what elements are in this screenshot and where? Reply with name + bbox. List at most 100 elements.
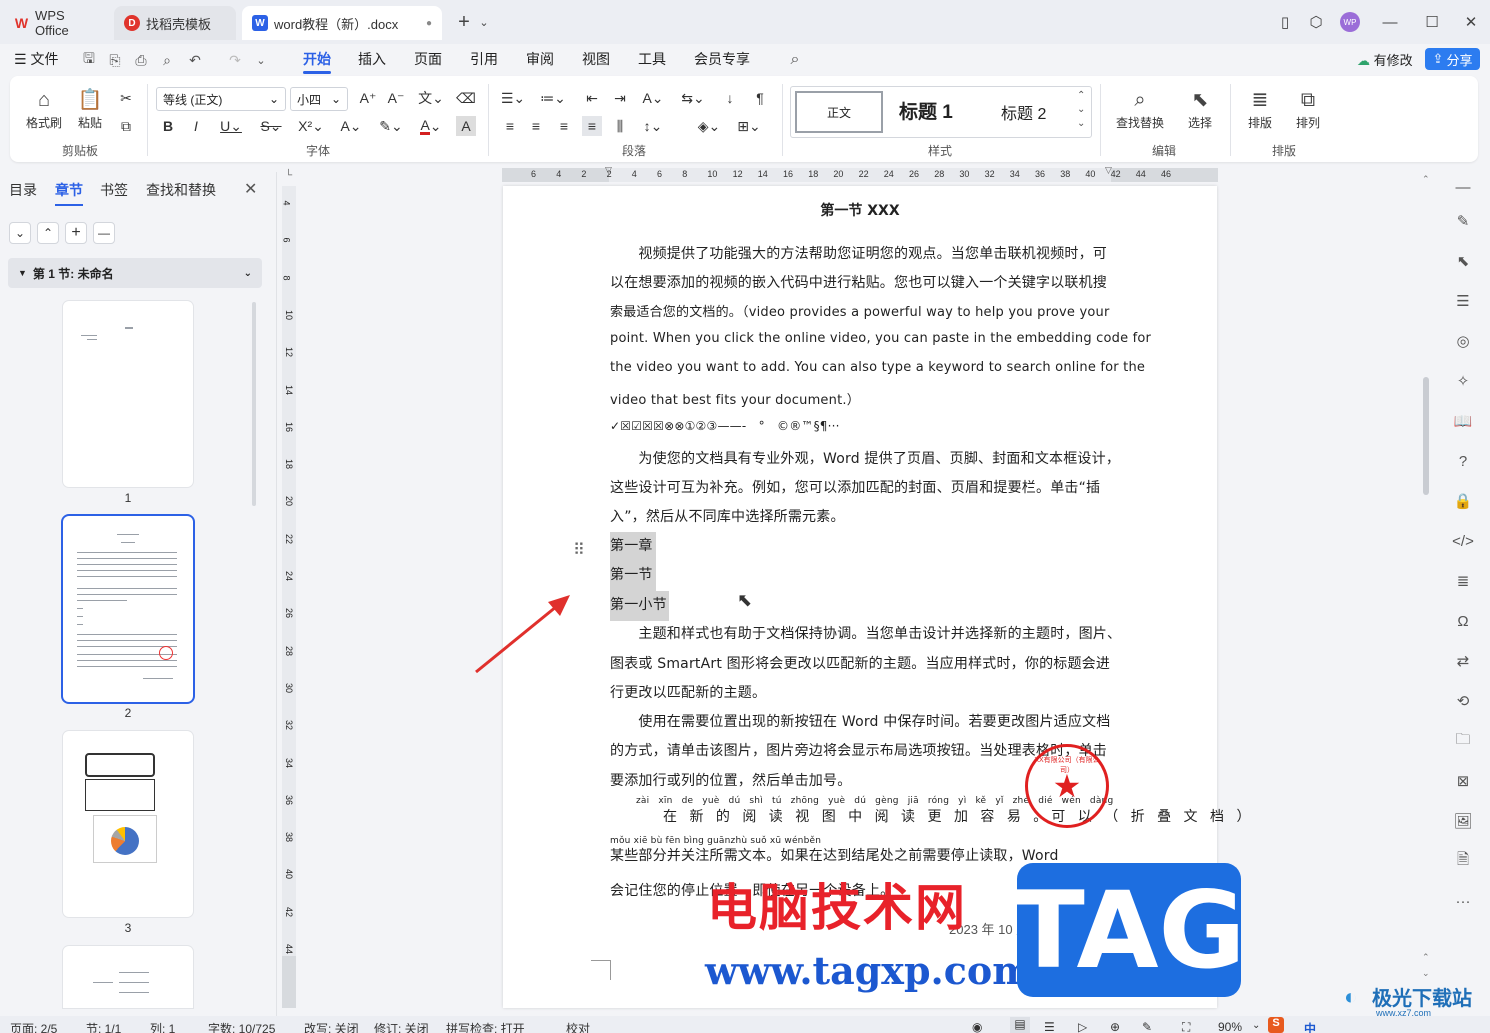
company-stamp[interactable]: ★ XX有限公司（有限公司） xyxy=(1025,744,1109,828)
shrink-font-icon[interactable]: A⁻ xyxy=(386,88,406,108)
page-thumbnail-1[interactable] xyxy=(63,301,193,487)
excel-icon[interactable]: ⊠ xyxy=(1452,770,1474,792)
write-icon[interactable]: ✎ xyxy=(1142,1020,1152,1033)
align-left-icon[interactable]: ≡ xyxy=(500,116,520,136)
font-name-select[interactable]: 等线 (正文) ⌄ xyxy=(156,87,286,111)
selected-heading-subsection[interactable]: 第一小节 xyxy=(610,591,669,621)
bold-icon[interactable]: B xyxy=(158,116,178,136)
translate-icon[interactable]: ⇄ xyxy=(1452,650,1474,672)
drag-handle-icon[interactable]: ⠿ xyxy=(573,540,585,560)
styles-scroll-icon[interactable]: ⌃ ⌄ ⌄ xyxy=(1077,89,1085,131)
style-heading-2[interactable]: 标题 2 xyxy=(1001,100,1046,124)
decrease-indent-icon[interactable]: ⇤ xyxy=(582,88,602,108)
close-icon[interactable]: ✕ xyxy=(1459,10,1483,34)
underline-icon[interactable]: U⌄ xyxy=(216,116,246,136)
bullets-icon[interactable]: ☰⌄ xyxy=(500,88,526,108)
shading-icon[interactable]: ◈⌄ xyxy=(696,116,722,136)
tab-dropdown-icon[interactable]: ⌄ xyxy=(472,10,496,34)
status-page[interactable]: 页面: 2/5 xyxy=(10,1020,57,1033)
indent-marker-icon[interactable]: ▽ xyxy=(605,165,612,176)
superscript-icon[interactable]: X²⌄ xyxy=(296,116,326,136)
add-section-button[interactable]: + xyxy=(65,222,87,244)
unsaved-dot-icon[interactable]: ● xyxy=(426,18,432,29)
char-shading-icon[interactable]: A xyxy=(456,116,476,136)
right-indent-icon[interactable]: ▽ xyxy=(1105,165,1112,176)
doc-search-icon[interactable]: 🗎 xyxy=(1452,850,1474,872)
code-icon[interactable]: </> xyxy=(1452,530,1474,552)
next-page-icon[interactable]: ⌄ xyxy=(1422,968,1430,979)
move-up-button[interactable]: ⌃ xyxy=(37,222,59,244)
document-scrollbar[interactable]: ⌃ ⌃ ⌄ xyxy=(1420,172,1432,1008)
lock-icon[interactable]: 🔒 xyxy=(1452,490,1474,512)
pen-icon[interactable]: ✎ xyxy=(1452,210,1474,232)
layout-icon[interactable]: ▯ xyxy=(1273,10,1297,34)
tab-toc[interactable]: 目录 xyxy=(9,180,37,200)
status-proofread[interactable]: 校对 xyxy=(566,1020,590,1033)
link-icon[interactable]: ⎘ xyxy=(106,51,124,69)
section-header[interactable]: ▼ 第 1 节: 未命名 ⌄ xyxy=(8,258,262,288)
sort-icon[interactable]: ↓ xyxy=(720,88,740,108)
line-spacing-icon[interactable]: ↕⌄ xyxy=(640,116,666,136)
vertical-ruler[interactable]: 4681012141618202224262830323436384042444… xyxy=(282,186,296,1008)
outline-icon[interactable]: ≣ xyxy=(1452,570,1474,592)
menu-review[interactable]: 审阅 xyxy=(526,49,554,69)
undo-icon[interactable]: ↶ xyxy=(186,51,204,69)
page-thumbnail-3[interactable] xyxy=(63,731,193,917)
outline-view-icon[interactable]: ☰ xyxy=(1044,1020,1055,1033)
status-overwrite[interactable]: 改写: 关闭 xyxy=(304,1020,359,1033)
share-button[interactable]: ⇪ 分享 xyxy=(1425,48,1480,70)
tools-icon[interactable]: ✧ xyxy=(1452,370,1474,392)
cube-icon[interactable]: ⬡ xyxy=(1304,10,1328,34)
remove-section-button[interactable]: — xyxy=(93,222,115,244)
prev-page-icon[interactable]: ⌃ xyxy=(1422,952,1430,963)
selected-heading-chapter[interactable]: 第一章 xyxy=(610,532,656,562)
tab-template[interactable]: D 找稻壳模板 xyxy=(114,6,236,40)
more-icon[interactable]: ··· xyxy=(1452,890,1474,912)
status-words[interactable]: 字数: 10/725 xyxy=(208,1020,275,1033)
justify-icon[interactable]: ≡ xyxy=(582,116,602,136)
menu-member[interactable]: 会员专享 xyxy=(694,49,750,69)
grow-font-icon[interactable]: A⁺ xyxy=(358,88,378,108)
minimize-icon[interactable]: — xyxy=(1378,10,1402,34)
file-menu[interactable]: ☰ 文件 xyxy=(14,49,58,69)
align-right-icon[interactable]: ≡ xyxy=(554,116,574,136)
chinese-layout-icon[interactable]: A⌄ xyxy=(640,88,666,108)
format-painter-button[interactable]: ⌂ 格式刷 xyxy=(24,86,64,131)
strikethrough-icon[interactable]: S⌄ xyxy=(256,116,286,136)
ime-chinese-icon[interactable]: 中 xyxy=(1304,1020,1316,1033)
text-direction-icon[interactable]: ⇆⌄ xyxy=(680,88,706,108)
scroll-thumb[interactable] xyxy=(1423,377,1429,495)
increase-indent-icon[interactable]: ⇥ xyxy=(610,88,630,108)
avatar[interactable]: WP xyxy=(1338,10,1362,34)
folder-star-icon[interactable]: 🗀 xyxy=(1452,730,1474,752)
show-marks-icon[interactable]: ¶ xyxy=(750,88,770,108)
status-spellcheck[interactable]: 拼写检查: 打开 xyxy=(446,1020,525,1033)
page-thumbnail-2[interactable] xyxy=(63,516,193,702)
zoom-level[interactable]: 90% xyxy=(1218,1020,1242,1033)
sogou-ime-icon[interactable]: S xyxy=(1268,1017,1284,1033)
page-thumbnail-4[interactable] xyxy=(63,946,193,1008)
selected-heading-section[interactable]: 第一节 xyxy=(610,561,656,591)
eraser-icon[interactable]: ⌫ xyxy=(456,88,476,108)
arrange-button[interactable]: ⧉ 排列 xyxy=(1288,86,1328,131)
font-color-icon[interactable]: A ⌄ xyxy=(416,116,446,136)
collapse-icon[interactable]: — xyxy=(1452,176,1474,198)
paste-button[interactable]: 📋 粘贴 xyxy=(70,86,110,131)
close-pane-icon[interactable]: ✕ xyxy=(244,179,257,199)
quick-dropdown-icon[interactable]: ⌄ xyxy=(252,51,270,69)
status-track-changes[interactable]: 修订: 关闭 xyxy=(374,1020,429,1033)
smart-icon[interactable]: ◎ xyxy=(1452,330,1474,352)
tab-stop-icon[interactable]: └ xyxy=(285,170,292,181)
tab-wps-office[interactable]: W WPS Office xyxy=(4,6,108,40)
menu-home[interactable]: 开始 xyxy=(303,49,331,74)
redo-icon[interactable]: ↷ xyxy=(226,51,244,69)
image-icon[interactable]: 🖼 xyxy=(1452,810,1474,832)
save-icon[interactable]: 🖫 xyxy=(80,50,98,69)
cut-icon[interactable]: ✂ xyxy=(116,88,136,108)
revision-status[interactable]: ☁ 有修改 xyxy=(1357,50,1413,69)
style-normal[interactable]: 正文 xyxy=(795,91,883,133)
print-preview-icon[interactable]: ⌕ xyxy=(158,51,176,69)
scroll-up-icon[interactable]: ⌃ xyxy=(1422,174,1430,185)
distribute-icon[interactable]: ⫼ xyxy=(610,116,630,136)
text-effect-icon[interactable]: A⌄ xyxy=(336,116,366,136)
